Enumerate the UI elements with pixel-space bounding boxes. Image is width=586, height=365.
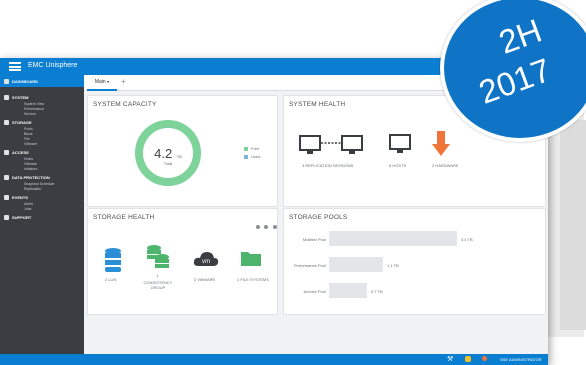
panel-title: SYSTEM CAPACITY xyxy=(93,101,157,108)
panel-options-icon[interactable] xyxy=(256,216,277,234)
sidebar-section-data-protection[interactable]: DATA PROTECTION xyxy=(4,175,50,181)
add-tab-button[interactable]: + xyxy=(121,77,126,86)
legend-free: Free xyxy=(244,146,259,151)
panel-title: STORAGE HEALTH xyxy=(93,214,155,221)
sidebar-item-jobs[interactable]: Jobs xyxy=(24,207,31,211)
pool-usage-bar xyxy=(329,283,367,298)
storage-icon xyxy=(4,120,9,126)
status-bar: ⚒ SSE ADMINISTRATOR xyxy=(0,354,548,365)
sidebar-item-dashboard[interactable]: DASHBOARD xyxy=(0,75,84,87)
sidebar-item-replication[interactable]: Replication xyxy=(24,187,41,191)
sidebar-section-access[interactable]: ACCESS xyxy=(4,150,29,156)
legend-used: Used xyxy=(244,154,260,159)
health-hosts-label[interactable]: 6 HOSTS xyxy=(389,163,406,168)
badge-line-2: 2017 xyxy=(474,50,556,111)
sidebar-item-initiators[interactable]: Initiators xyxy=(24,167,37,171)
health-hardware-label[interactable]: 2 HARDWARE xyxy=(432,163,459,168)
health-replication-label[interactable]: 3 REPLICATION SESSIONS xyxy=(302,163,353,168)
sidebar-section-storage[interactable]: STORAGE xyxy=(4,120,32,126)
sidebar: DASHBOARD SYSTEM System View Performance… xyxy=(0,75,84,354)
sidebar-item-hosts[interactable]: Hosts xyxy=(24,157,33,161)
arrow-down-icon xyxy=(432,131,450,156)
replication-icon xyxy=(299,135,363,154)
chevron-down-icon: ▾ xyxy=(107,79,110,84)
sidebar-item-pools[interactable]: Pools xyxy=(24,127,33,131)
sidebar-item-access-vmware[interactable]: VMware xyxy=(24,162,37,166)
pool-name[interactable]: Archive Pool xyxy=(284,289,326,294)
lun-label[interactable]: 2 LUN xyxy=(105,277,116,282)
storage-health-panel: STORAGE HEALTH 2 LUN 1 CONSISTENCY GROUP… xyxy=(87,208,278,315)
capacity-total-label: Total xyxy=(163,161,173,166)
pool-name[interactable]: Multitier Pool xyxy=(284,237,326,242)
sidebar-item-block[interactable]: Block xyxy=(24,132,33,136)
support-icon xyxy=(4,215,9,221)
events-icon xyxy=(4,195,9,201)
database-group-icon xyxy=(147,245,169,268)
pool-capacity: 1.1 TB xyxy=(387,263,399,268)
menu-icon[interactable] xyxy=(9,62,21,71)
tools-icon[interactable]: ⚒ xyxy=(447,355,453,363)
access-icon xyxy=(4,150,9,156)
pool-capacity: 0.7 TB xyxy=(371,289,383,294)
pool-usage-bar xyxy=(329,257,383,272)
sidebar-item-system-view[interactable]: System View xyxy=(24,102,44,106)
storage-pools-panel: STORAGE POOLS Multitier Pool 3.4 TB Perfor… xyxy=(283,208,546,315)
paper-stack-edge xyxy=(560,120,586,330)
monitor-icon xyxy=(389,134,411,153)
shield-icon xyxy=(4,175,9,181)
sidebar-section-system[interactable]: SYSTEM xyxy=(4,95,28,101)
consistency-group-label[interactable]: CONSISTENCY GROUP xyxy=(140,280,176,290)
sidebar-item-performance[interactable]: Performance xyxy=(24,107,44,111)
legend-used-swatch xyxy=(244,154,248,159)
file-systems-label[interactable]: 1 FILE SYSTEMS xyxy=(237,277,269,282)
sidebar-section-support[interactable]: SUPPORT xyxy=(4,215,31,221)
system-capacity-panel: SYSTEM CAPACITY 4.2 TB Total Free Used xyxy=(87,95,278,207)
pool-usage-bar xyxy=(329,231,457,246)
legend-free-swatch xyxy=(244,146,248,151)
sidebar-item-service[interactable]: Service xyxy=(24,112,36,116)
tab-main[interactable]: Main ▾ xyxy=(87,76,117,91)
vmware-label[interactable]: 2 VMWARE xyxy=(194,277,215,282)
sidebar-item-alerts[interactable]: Alerts xyxy=(24,202,33,206)
dashboard-icon xyxy=(4,79,9,85)
sidebar-item-label: DASHBOARD xyxy=(12,79,38,84)
folder-icon xyxy=(241,252,261,266)
alert-icon[interactable] xyxy=(482,356,487,361)
panel-title: SYSTEM HEALTH xyxy=(289,101,346,108)
app-title: EMC Unisphere xyxy=(28,62,78,69)
pool-name[interactable]: Performance Pool xyxy=(284,263,326,268)
pool-capacity: 3.4 TB xyxy=(461,237,473,242)
sidebar-item-snapshot-schedule[interactable]: Snapshot Schedule xyxy=(24,182,54,186)
consistency-group-count: 1 xyxy=(156,273,159,278)
svg-text:vm: vm xyxy=(202,259,210,265)
system-icon xyxy=(4,95,9,101)
current-user[interactable]: SSE ADMINISTRATOR xyxy=(500,357,542,362)
sidebar-item-vmware[interactable]: VMware xyxy=(24,142,37,146)
sidebar-section-events[interactable]: EVENTS xyxy=(4,195,28,201)
bell-icon[interactable] xyxy=(465,356,471,362)
database-icon xyxy=(105,248,121,272)
sidebar-item-file[interactable]: File xyxy=(24,137,30,141)
cloud-vm-icon: vm xyxy=(193,252,219,266)
panel-title: STORAGE POOLS xyxy=(289,214,348,221)
